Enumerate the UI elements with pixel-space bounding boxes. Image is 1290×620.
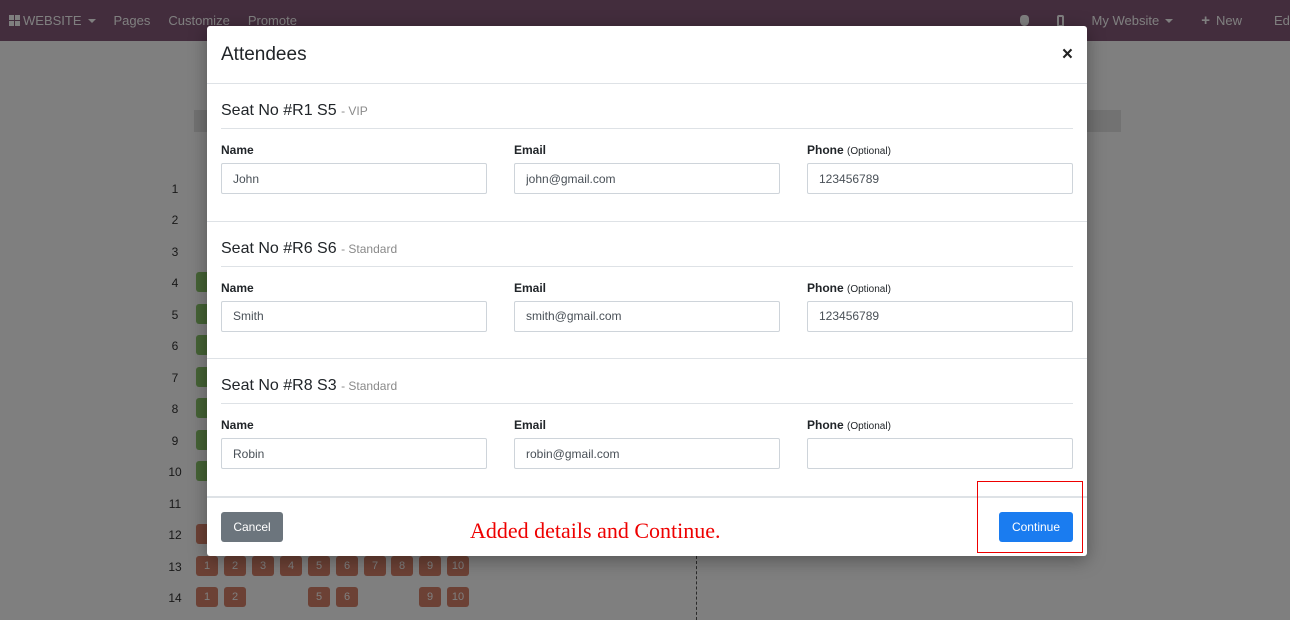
name-input[interactable]	[221, 300, 487, 332]
seat-label: Seat No #R8 S3	[221, 377, 337, 394]
email-input[interactable]	[514, 438, 780, 469]
seat-type: - VIP	[341, 104, 368, 118]
cancel-button[interactable]: Cancel	[221, 512, 283, 542]
phone-label-text: Phone	[807, 418, 844, 432]
phone-input[interactable]	[807, 438, 1073, 469]
phone-label-text: Phone	[807, 143, 844, 157]
phone-optional-note: (Optional)	[847, 283, 891, 295]
phone-input[interactable]	[807, 300, 1073, 332]
modal-body: Seat No #R1 S5 - VIP Name Email Phone (O…	[207, 84, 1087, 497]
name-input[interactable]	[221, 163, 487, 194]
phone-optional-note: (Optional)	[847, 421, 891, 432]
attendee-section: Seat No #R6 S6 - Standard Name Email Pho…	[207, 222, 1087, 359]
attendee-section: Seat No #R1 S5 - VIP Name Email Phone (O…	[207, 84, 1087, 222]
seat-type: - Standard	[341, 241, 398, 256]
phone-label: Phone (Optional)	[807, 143, 1073, 163]
phone-label-text: Phone	[807, 280, 844, 295]
highlight-box	[977, 481, 1083, 553]
seat-heading: Seat No #R6 S6 - Standard	[221, 222, 1073, 267]
seat-label: Seat No #R1 S5	[221, 102, 337, 119]
attendee-section: Seat No #R8 S3 - Standard Name Email Pho…	[207, 359, 1087, 497]
phone-optional-note: (Optional)	[847, 146, 891, 157]
attendees-modal: Attendees × Seat No #R1 S5 - VIP Name Em…	[207, 26, 1087, 556]
name-label: Name	[221, 143, 254, 157]
phone-input[interactable]	[807, 163, 1073, 194]
seat-heading: Seat No #R8 S3 - Standard	[221, 359, 1073, 404]
annotation-text: Added details and Continue.	[470, 518, 721, 543]
close-icon[interactable]: ×	[1062, 45, 1073, 64]
name-label: Name	[221, 280, 254, 295]
email-label: Email	[514, 143, 547, 157]
name-input[interactable]	[221, 438, 487, 469]
modal-header: Attendees ×	[207, 26, 1087, 84]
phone-label: Phone (Optional)	[807, 418, 1073, 438]
name-label: Name	[221, 418, 254, 432]
phone-label: Phone (Optional)	[807, 281, 1073, 301]
seat-type: - Standard	[341, 379, 398, 393]
seat-heading: Seat No #R1 S5 - VIP	[221, 84, 1073, 129]
seat-label: Seat No #R6 S6	[221, 239, 337, 257]
email-label: Email	[514, 418, 547, 432]
email-label: Email	[514, 280, 547, 295]
email-input[interactable]	[514, 300, 780, 332]
email-input[interactable]	[514, 163, 780, 194]
modal-title: Attendees	[221, 43, 307, 65]
